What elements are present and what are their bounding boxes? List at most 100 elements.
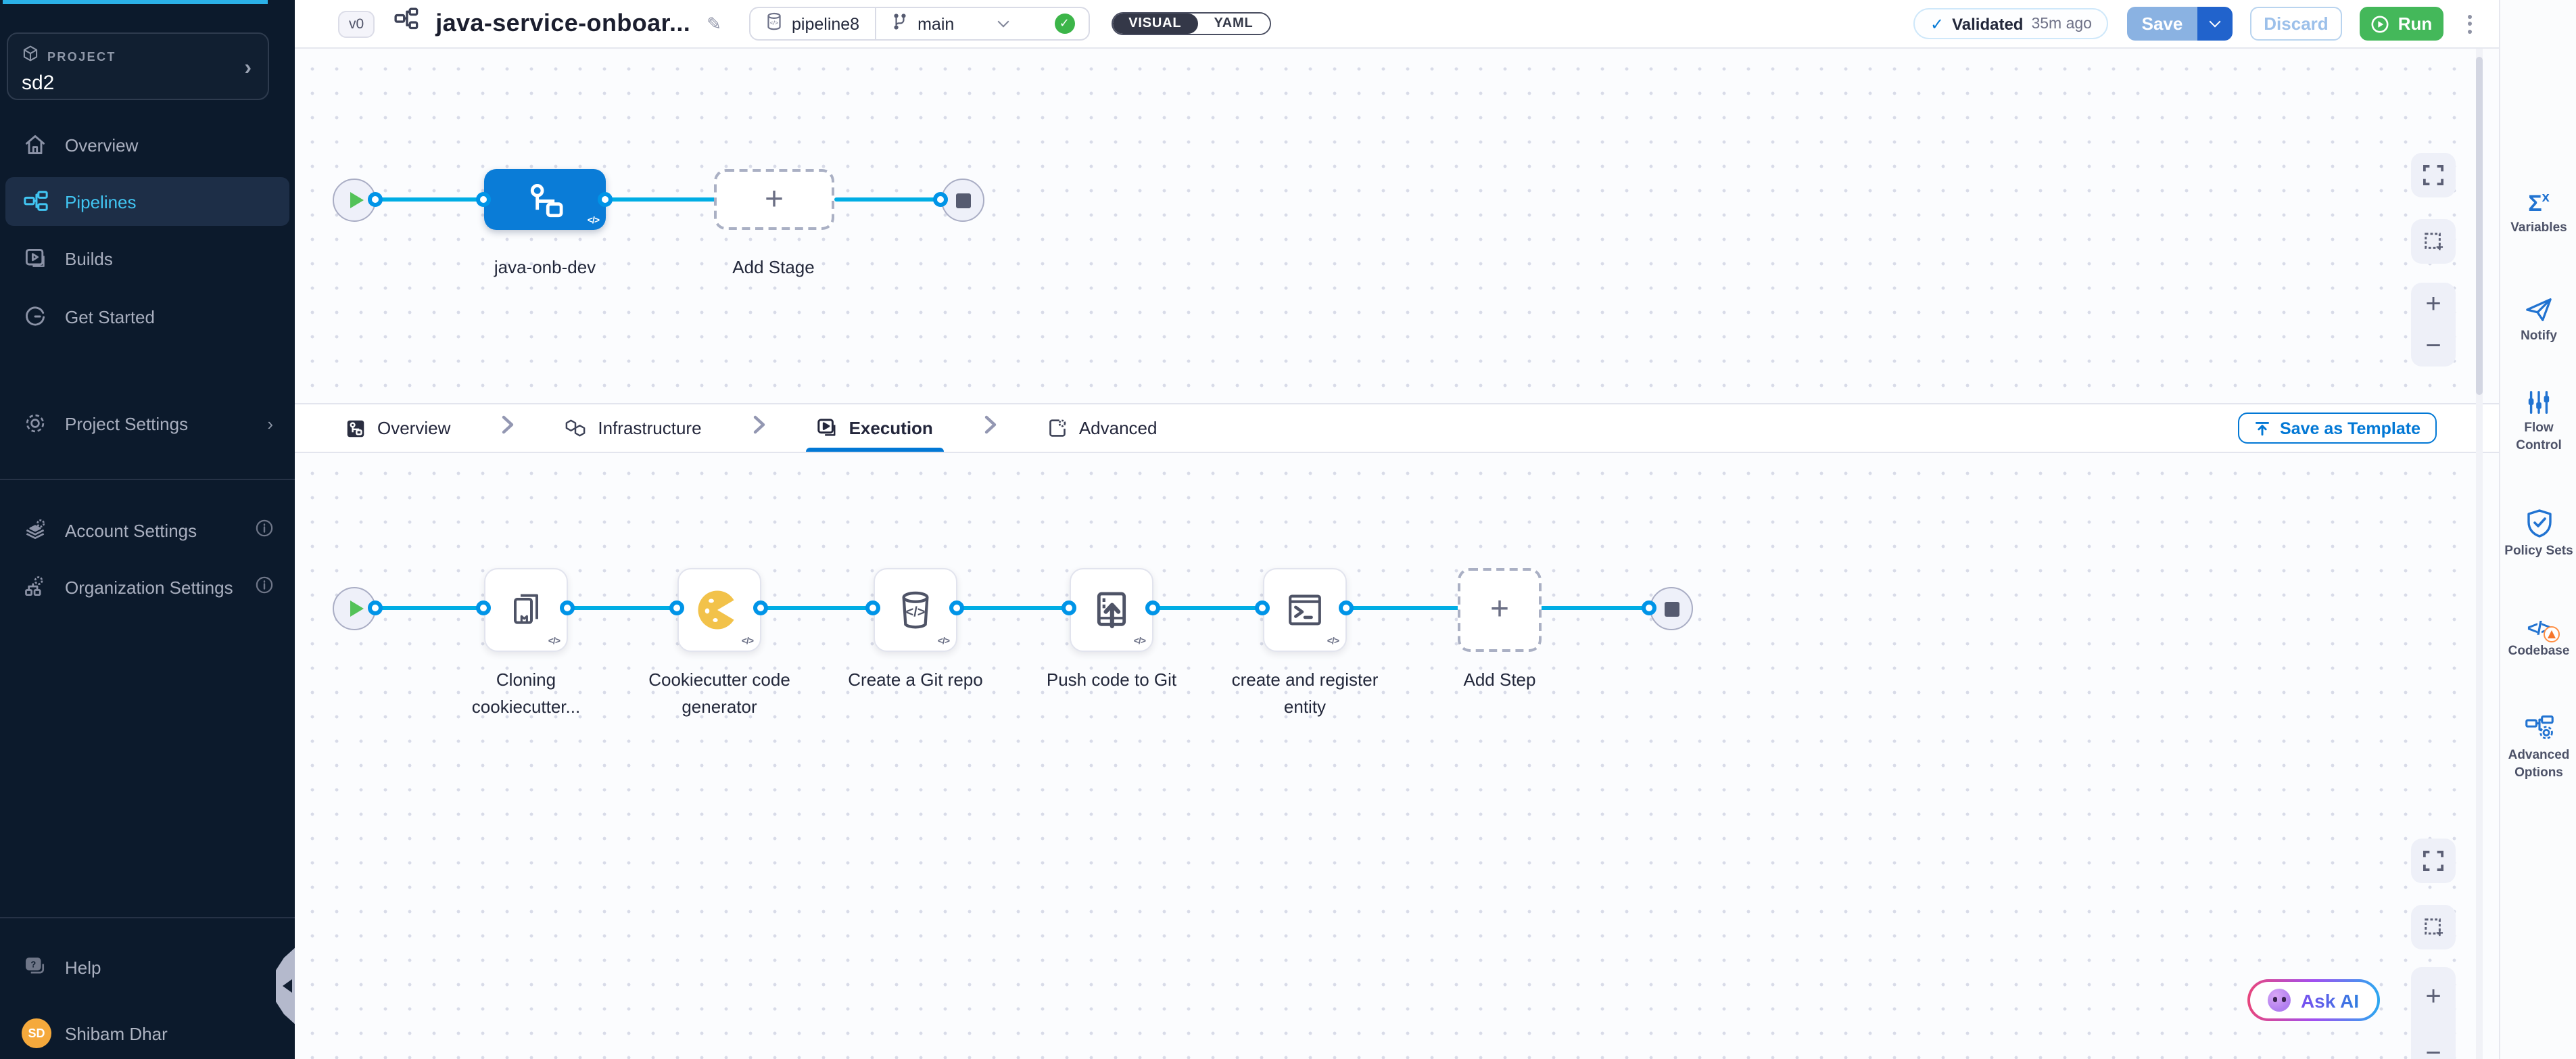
scrollbar-thumb[interactable] <box>2476 57 2483 395</box>
step-cookiecutter-generator[interactable]: </> <box>677 568 761 652</box>
yaml-code-badge-icon: </> <box>548 637 560 646</box>
step-push-code-to-git[interactable]: </> <box>1070 568 1153 652</box>
discard-button[interactable]: Discard <box>2250 7 2342 41</box>
canvas-fullscreen-button[interactable] <box>2411 153 2456 197</box>
step-label[interactable]: Cloning cookiecutter... <box>445 667 607 722</box>
rail-item-flow-control[interactable]: Flow Control <box>2500 390 2576 455</box>
tab-label: Advanced <box>1079 418 1158 438</box>
zoom-out-button[interactable]: − <box>2425 332 2441 359</box>
sidebar-item-pipelines[interactable]: Pipelines <box>5 177 289 226</box>
step-create-git-repo[interactable]: </> </> <box>874 568 957 652</box>
add-stage-label[interactable]: Add Stage <box>692 254 855 281</box>
stage-name-label[interactable]: java-onb-dev <box>464 254 626 281</box>
step-label[interactable]: Push code to Git <box>1044 667 1179 694</box>
branch-select[interactable]: main <box>876 12 1022 35</box>
edit-pencil-icon[interactable]: ✎ <box>707 13 721 34</box>
zoom-in-button[interactable]: + <box>2425 290 2441 317</box>
sidebar-item-help[interactable]: ? Help <box>5 943 289 991</box>
zoom-out-button[interactable]: − <box>2425 1040 2441 1059</box>
execution-graph-canvas[interactable]: </> </> </> </> <box>295 453 2499 1059</box>
sidebar-item-label: Get Started <box>65 306 155 327</box>
yaml-code-badge-icon: </> <box>1327 637 1339 646</box>
sidebar-item-label: Project Settings <box>65 413 188 433</box>
sidebar-item-builds[interactable]: Builds <box>5 234 289 283</box>
tab-overview[interactable]: Overview <box>333 404 464 452</box>
org-icon <box>22 573 49 601</box>
add-stage-button[interactable]: + <box>714 169 834 230</box>
toggle-yaml[interactable]: YAML <box>1197 14 1269 34</box>
node-port <box>476 601 491 615</box>
canvas-fullscreen-button[interactable] <box>2411 839 2456 883</box>
codebase-icon: </> <box>2527 617 2551 638</box>
step-cloning-cookiecutter[interactable]: </> <box>484 568 568 652</box>
avatar: SD <box>22 1018 51 1048</box>
canvas-reset-selection-button[interactable] <box>2411 219 2456 264</box>
right-tools-rail: Σx Variables Notify Flow Control Policy … <box>2499 0 2576 1059</box>
project-selector[interactable]: PROJECT sd2 › <box>7 32 269 100</box>
pipeline-branch-selector: </> pipeline8 main ✓ <box>748 7 1089 41</box>
step-create-register-entity[interactable]: </> <box>1263 568 1347 652</box>
run-button[interactable]: Run <box>2360 7 2443 41</box>
tab-advanced[interactable]: Advanced <box>1034 404 1171 452</box>
step-label[interactable]: Create a Git repo <box>848 667 983 694</box>
edge <box>369 197 484 202</box>
node-port <box>560 601 575 615</box>
node-port <box>933 192 948 207</box>
svg-text:</>: </> <box>769 20 778 26</box>
validated-badge[interactable]: ✓ Validated 35m ago <box>1914 8 2108 39</box>
sidebar-item-project-settings[interactable]: Project Settings › <box>5 399 289 448</box>
tab-execution[interactable]: Execution <box>803 404 947 452</box>
stage-glyph-icon <box>522 179 568 220</box>
version-badge: v0 <box>338 10 375 37</box>
module-accent-bar <box>3 0 268 4</box>
stop-icon <box>1664 601 1679 616</box>
sidebar-item-organization-settings[interactable]: Organization Settings <box>5 563 289 611</box>
gear-icon <box>22 410 49 437</box>
rail-item-notify[interactable]: Notify <box>2500 296 2576 346</box>
step-label[interactable]: create and register entity <box>1231 667 1379 722</box>
add-step-button[interactable]: + <box>1458 568 1542 652</box>
tab-label: Infrastructure <box>598 418 701 438</box>
ask-ai-button[interactable]: Ask AI <box>2247 979 2380 1021</box>
policy-shield-icon <box>2525 509 2552 538</box>
sidebar-item-overview[interactable]: Overview <box>5 120 289 169</box>
codebase-warning-icon <box>2544 626 2560 642</box>
zoom-in-button[interactable]: + <box>2425 983 2441 1010</box>
step-label[interactable]: Cookiecutter code generator <box>638 667 801 722</box>
advanced-icon <box>1048 418 1067 438</box>
rail-item-codebase[interactable]: </> Codebase <box>2500 617 2576 661</box>
sidebar-item-get-started[interactable]: Get Started <box>5 292 289 341</box>
sidebar-item-account-settings[interactable]: Account Settings <box>5 506 289 555</box>
info-icon[interactable] <box>256 519 273 541</box>
user-menu[interactable]: SD Shibam Dhar <box>22 1010 168 1056</box>
add-step-label[interactable]: Add Step <box>1418 667 1581 694</box>
rail-item-variables[interactable]: Σx Variables <box>2500 192 2576 238</box>
stage-graph-canvas[interactable]: </> + java-onb-dev Add Stage + − <box>295 49 2499 403</box>
save-options-caret[interactable] <box>2197 7 2233 41</box>
info-icon[interactable] <box>256 576 273 598</box>
more-options-kebab[interactable] <box>2460 9 2480 39</box>
help-chat-icon: ? <box>22 954 49 981</box>
pipeline-select[interactable]: </> pipeline8 <box>750 12 874 35</box>
chevron-right-icon <box>502 415 514 441</box>
edge <box>957 606 1070 610</box>
stage-node-java-onb-dev[interactable]: </> <box>484 169 606 230</box>
vertical-scrollbar[interactable] <box>2476 49 2483 1059</box>
edge <box>761 606 874 610</box>
save-button[interactable]: Save <box>2127 7 2197 41</box>
canvas-reset-selection-button[interactable] <box>2411 905 2456 949</box>
yaml-code-badge-icon: </> <box>938 637 949 646</box>
node-port <box>949 601 964 615</box>
chevron-down-icon <box>2210 16 2221 28</box>
rail-item-policy-sets[interactable]: Policy Sets <box>2500 509 2576 561</box>
plus-icon: + <box>765 183 784 216</box>
tab-infrastructure[interactable]: Infrastructure <box>552 404 715 452</box>
infrastructure-icon <box>565 418 586 438</box>
clone-docs-icon <box>506 588 546 632</box>
stop-icon <box>955 193 970 208</box>
save-as-template-button[interactable]: Save as Template <box>2238 413 2437 444</box>
toggle-visual[interactable]: VISUAL <box>1112 14 1197 34</box>
node-port <box>865 601 880 615</box>
sidebar-divider <box>0 917 295 918</box>
rail-item-advanced-options[interactable]: Advanced Options <box>2500 714 2576 782</box>
